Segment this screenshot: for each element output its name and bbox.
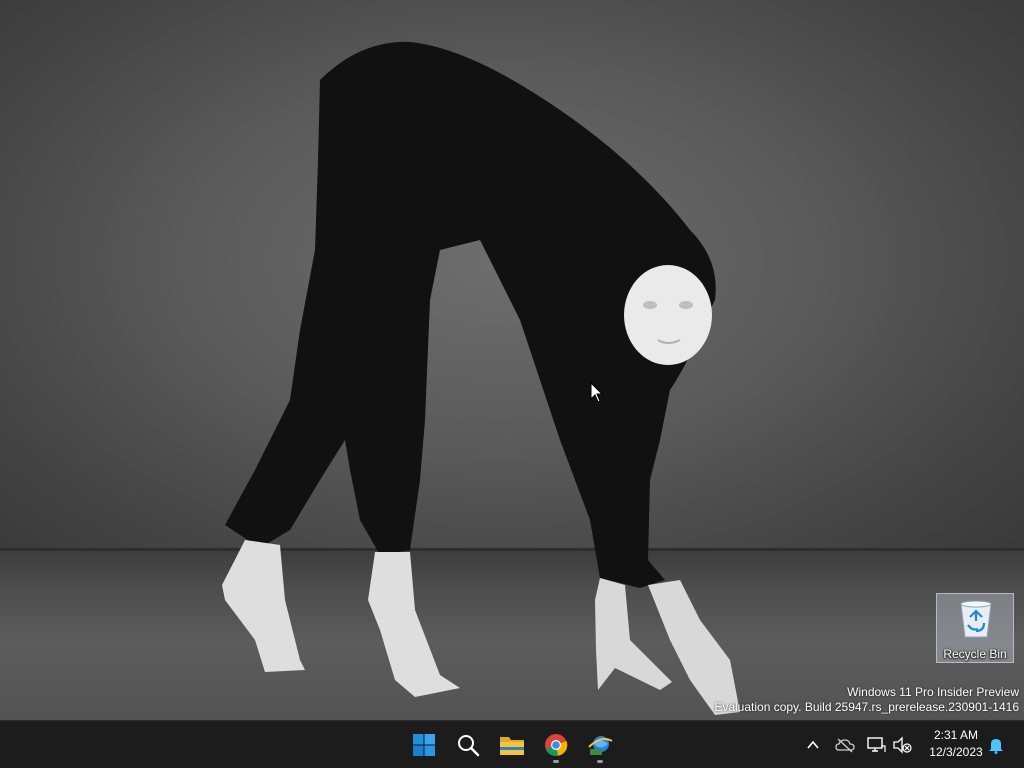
mask-eye-left bbox=[643, 301, 657, 309]
volume-tray-button[interactable] bbox=[890, 733, 914, 757]
volume-muted-icon bbox=[893, 736, 912, 754]
chrome-button[interactable] bbox=[536, 725, 576, 765]
start-button[interactable] bbox=[404, 725, 444, 765]
watermark-build: Evaluation copy. Build 25947.rs_prerelea… bbox=[714, 700, 1019, 714]
file-explorer-button[interactable] bbox=[492, 725, 532, 765]
wallpaper-image bbox=[222, 41, 740, 715]
onedrive-offline-icon bbox=[835, 738, 855, 753]
network-app-button[interactable] bbox=[580, 725, 620, 765]
onedrive-tray-button[interactable] bbox=[833, 733, 857, 757]
mask-face bbox=[624, 265, 712, 365]
folder-icon bbox=[500, 737, 524, 755]
taskbar: 2:31 AM 12/3/2023 bbox=[0, 720, 1024, 768]
mask-eye-right bbox=[679, 301, 693, 309]
running-indicator bbox=[553, 760, 559, 763]
chrome-icon bbox=[545, 734, 568, 757]
network-tray-button[interactable] bbox=[864, 733, 888, 757]
search-button[interactable] bbox=[448, 725, 488, 765]
figure-foot-right bbox=[368, 552, 460, 697]
windows-start-icon bbox=[413, 734, 435, 756]
notification-bell-icon bbox=[989, 739, 1003, 754]
network-globe-icon bbox=[588, 736, 613, 755]
chevron-up-icon bbox=[807, 740, 819, 749]
notification-button[interactable] bbox=[984, 733, 1008, 757]
recycle-bin-icon bbox=[960, 600, 992, 638]
recycle-bin-desktop-icon[interactable]: Recycle Bin bbox=[936, 593, 1014, 663]
search-icon bbox=[458, 735, 480, 757]
mouse-cursor-icon bbox=[590, 382, 604, 403]
evaluation-watermark: Windows 11 Pro Insider Preview Evaluatio… bbox=[714, 685, 1019, 715]
running-indicator bbox=[597, 760, 603, 763]
figure-foot-left bbox=[222, 540, 305, 672]
desktop[interactable]: Recycle Bin Windows 11 Pro Insider Previ… bbox=[0, 0, 1024, 720]
show-hidden-icons-button[interactable] bbox=[801, 733, 825, 757]
watermark-edition: Windows 11 Pro Insider Preview bbox=[847, 685, 1019, 699]
recycle-bin-label: Recycle Bin bbox=[943, 647, 1007, 661]
network-icon bbox=[867, 737, 886, 752]
